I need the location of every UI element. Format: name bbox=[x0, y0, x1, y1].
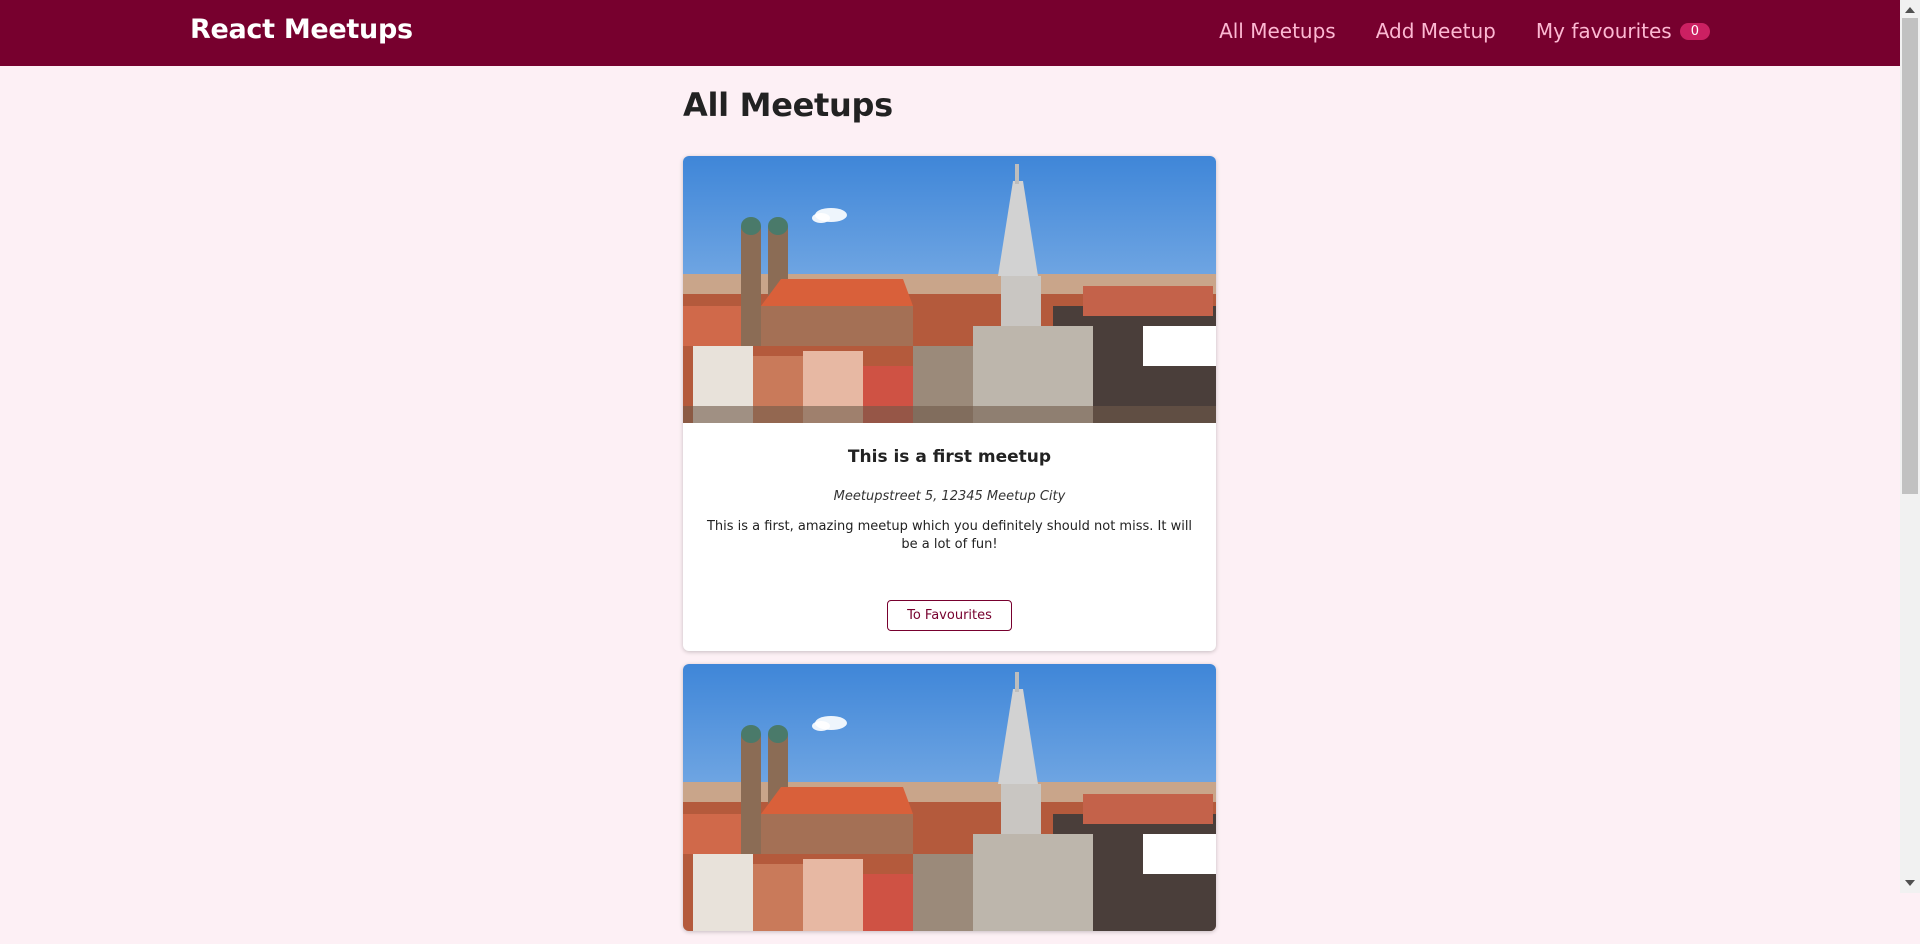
meetup-content: This is a first meetup Meetupstreet 5, 1… bbox=[683, 423, 1216, 651]
nav-link-my-favourites[interactable]: My favourites 0 bbox=[1536, 19, 1710, 43]
scroll-thumb[interactable] bbox=[1902, 18, 1918, 494]
meetup-address: Meetupstreet 5, 12345 Meetup City bbox=[833, 489, 1066, 504]
main-header: React Meetups All Meetups Add Meetup My … bbox=[0, 0, 1900, 66]
scroll-down-icon[interactable] bbox=[1905, 880, 1915, 886]
meetup-card: This is a first meetup Meetupstreet 5, 1… bbox=[683, 156, 1216, 651]
munich-city-image bbox=[683, 664, 1216, 931]
meetup-image bbox=[683, 664, 1216, 931]
scroll-up-icon[interactable] bbox=[1905, 7, 1915, 13]
nav-link-all-meetups[interactable]: All Meetups bbox=[1219, 19, 1336, 43]
main-content: All Meetups This is a first meetup Meetu… bbox=[683, 86, 1216, 944]
logo: React Meetups bbox=[190, 14, 413, 45]
meetup-image bbox=[683, 156, 1216, 423]
to-favourites-button[interactable]: To Favourites bbox=[887, 600, 1012, 631]
favourites-count-badge: 0 bbox=[1679, 22, 1710, 40]
meetup-description: This is a first, amazing meetup which yo… bbox=[706, 519, 1193, 552]
meetup-title: This is a first meetup bbox=[847, 447, 1052, 467]
nav-link-my-favourites-label: My favourites bbox=[1535, 19, 1672, 43]
nav-link-add-meetup[interactable]: Add Meetup bbox=[1376, 19, 1496, 43]
meetup-card bbox=[683, 664, 1216, 931]
munich-city-image bbox=[683, 156, 1216, 423]
main-nav: All Meetups Add Meetup My favourites 0 bbox=[1179, 19, 1710, 43]
page-title: All Meetups bbox=[683, 86, 893, 124]
page-scrollbar[interactable] bbox=[1900, 0, 1920, 893]
